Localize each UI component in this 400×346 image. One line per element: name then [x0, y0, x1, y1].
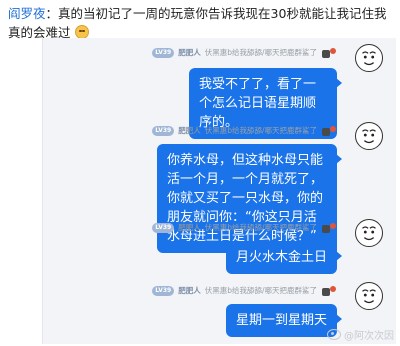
sender-nickname[interactable]: 肥肥人 [178, 125, 201, 136]
sender-meta: LV39 肥肥人 伏黑惠b给我舔舔/哪天把鹿群鲨了 [152, 284, 337, 297]
doodle-face-avatar-icon[interactable] [355, 219, 383, 247]
sender-meta: LV39 肥肥人 伏黑惠b给我舔舔/哪天把鹿群鲨了 [152, 221, 337, 234]
sender-meta: LV39 肥肥人 伏黑惠b给我舔舔/哪天把鹿群鲨了 [152, 124, 337, 137]
watermark: @阿次次因 [327, 327, 394, 342]
dual-badge-icon [321, 222, 337, 234]
sender-signature: 伏黑惠b给我舔舔/哪天把鹿群鲨了 [204, 286, 317, 295]
level-badge: LV39 [152, 222, 175, 233]
message-bubble[interactable]: 星期一到星期天 [225, 304, 343, 337]
smiling-face-icon [74, 25, 89, 39]
doodle-face-avatar-icon[interactable] [355, 44, 383, 72]
post-text: 真的当初记了一周的玩意你告诉我现在30秒就能让我记住我真的会难过 [8, 6, 387, 40]
dual-badge-icon [321, 285, 337, 297]
dual-badge-icon [321, 125, 337, 137]
sender-meta: LV39 肥肥人 伏黑惠b给我舔舔/哪天把鹿群鲨了 [152, 46, 337, 59]
dual-badge-icon [321, 47, 337, 59]
doodle-face-avatar-icon[interactable] [355, 282, 383, 310]
sender-nickname[interactable]: 肥肥人 [178, 222, 201, 233]
sender-signature: 伏黑惠b给我舔舔/哪天把鹿群鲨了 [204, 126, 317, 135]
message-bubble[interactable]: 你养水母，但这种水母只能活一个月，一个月就死了，你就又买了一只水母，你的朋友就问… [157, 144, 342, 253]
post-separator: ： [45, 6, 59, 21]
doodle-face-avatar-icon[interactable] [355, 122, 383, 150]
message-bubble[interactable]: 月火水木金土日 [225, 241, 343, 274]
watermark-text: @阿次次因 [344, 331, 394, 342]
weibo-logo-icon [327, 329, 341, 340]
level-badge: LV39 [152, 125, 175, 136]
sender-signature: 伏黑惠b给我舔舔/哪天把鹿群鲨了 [204, 223, 317, 232]
sender-nickname[interactable]: 肥肥人 [178, 47, 201, 58]
post-header: 阎罗夜：真的当初记了一周的玩意你告诉我现在30秒就能让我记住我真的会难过 [8, 4, 396, 42]
chat-screenshot: LV39 肥肥人 伏黑惠b给我舔舔/哪天把鹿群鲨了 我受不了了，看了一个怎么记日… [42, 38, 396, 344]
sender-signature: 伏黑惠b给我舔舔/哪天把鹿群鲨了 [204, 48, 317, 57]
sender-nickname[interactable]: 肥肥人 [178, 285, 201, 296]
level-badge: LV39 [152, 47, 175, 58]
level-badge: LV39 [152, 285, 175, 296]
post-author-link[interactable]: 阎罗夜 [8, 6, 46, 21]
